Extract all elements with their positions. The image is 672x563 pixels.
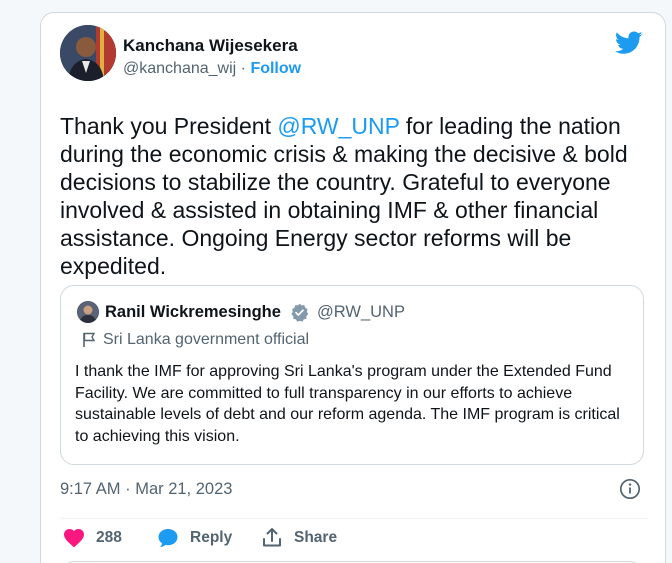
author-avatar[interactable]: [60, 25, 116, 81]
tweet-card: Kanchana Wijesekera @kanchana_wij · Foll…: [40, 12, 666, 563]
author-handle-row: @kanchana_wij · Follow: [123, 60, 301, 78]
author-handle[interactable]: @kanchana_wij: [123, 60, 236, 77]
like-button[interactable]: 288: [62, 525, 122, 551]
share-button[interactable]: Share: [260, 525, 337, 551]
reply-bubble-icon: [156, 526, 180, 550]
twitter-bird-icon[interactable]: [614, 31, 643, 55]
verified-badge-icon: [290, 303, 309, 322]
share-label: Share: [294, 529, 338, 546]
info-icon[interactable]: [619, 478, 641, 500]
quoted-tweet[interactable]: Ranil Wickremesinghe @RW_UNP Sri Lanka g…: [60, 285, 644, 465]
follow-button[interactable]: Follow: [250, 60, 301, 77]
heart-icon: [62, 526, 86, 550]
reply-button[interactable]: Reply: [156, 525, 232, 551]
divider: [60, 518, 648, 519]
author-name[interactable]: Kanchana Wijesekera: [123, 36, 298, 56]
government-official-label: Sri Lanka government official: [103, 331, 310, 348]
tweet-text: Thank you President @RW_UNP for leading …: [60, 112, 650, 280]
like-count: 288: [96, 529, 122, 546]
reply-label: Reply: [190, 529, 233, 546]
quoted-author-name[interactable]: Ranil Wickremesinghe: [105, 303, 281, 322]
quoted-tweet-text: I thank the IMF for approving Sri Lanka'…: [75, 363, 620, 445]
tweet-text-start: Thank you President: [60, 113, 278, 139]
separator-dot: ·: [240, 60, 246, 77]
quoted-author-avatar[interactable]: [77, 301, 99, 323]
quoted-author-handle[interactable]: @RW_UNP: [317, 303, 405, 322]
tweet-mention-link[interactable]: @RW_UNP: [277, 113, 399, 139]
share-icon: [260, 526, 284, 550]
government-flag-icon: [82, 332, 96, 348]
tweet-timestamp[interactable]: 9:17 AM · Mar 21, 2023: [60, 480, 232, 499]
